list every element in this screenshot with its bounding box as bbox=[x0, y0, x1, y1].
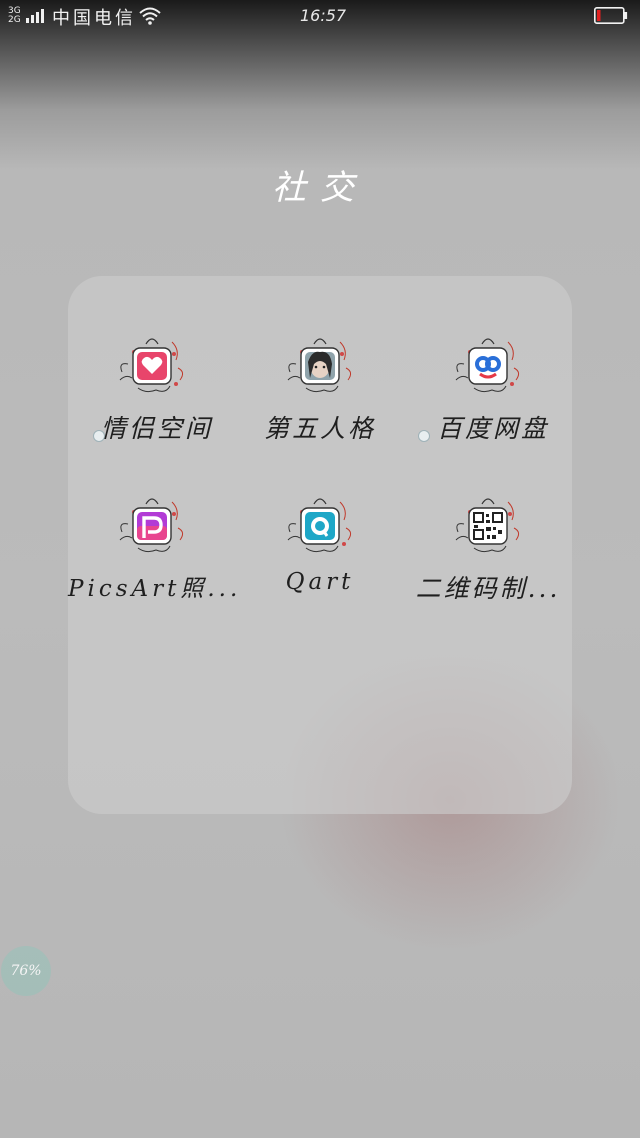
app-label: 百度网盘 bbox=[436, 414, 549, 443]
app-qart[interactable]: Qart bbox=[236, 494, 404, 634]
picsart-icon bbox=[119, 498, 184, 553]
battery-icon bbox=[594, 7, 628, 24]
network-type: 3G 2G bbox=[8, 7, 24, 25]
folder-panel: 情侣空间 第五人格 百度网盘 PicsArt照... Qart 二维码制... bbox=[68, 276, 572, 814]
app-couple-space[interactable]: 情侣空间 bbox=[68, 334, 236, 474]
app-label: 情侣空间 bbox=[100, 414, 213, 443]
wifi-icon bbox=[139, 7, 161, 25]
identity-v-icon bbox=[287, 338, 352, 393]
app-picsart[interactable]: PicsArt照... bbox=[68, 494, 242, 634]
signal-strength-icon bbox=[26, 9, 44, 23]
app-label: 二维码制... bbox=[415, 574, 561, 603]
status-clock: 16:57 bbox=[300, 6, 347, 25]
app-label: 第五人格 bbox=[263, 414, 376, 443]
network-type-bottom: 2G bbox=[8, 15, 21, 25]
status-bar: 3G 2G 中国电信 16:57 bbox=[0, 0, 640, 34]
carrier-name: 中国电信 bbox=[52, 8, 136, 29]
qr-code-icon bbox=[455, 498, 520, 553]
app-qr-maker[interactable]: 二维码制... bbox=[404, 494, 572, 634]
app-baidu-netdisk[interactable]: 百度网盘 bbox=[404, 334, 572, 474]
folder-title[interactable]: 社交 bbox=[0, 160, 640, 209]
app-label: PicsArt照... bbox=[68, 576, 242, 602]
qart-icon bbox=[287, 498, 352, 553]
memory-cleaner-bubble[interactable]: 76% bbox=[1, 946, 51, 996]
app-identity-v[interactable]: 第五人格 bbox=[236, 334, 404, 474]
couple-space-icon bbox=[119, 338, 184, 393]
baidu-netdisk-icon bbox=[455, 338, 520, 393]
app-label: Qart bbox=[285, 569, 355, 595]
home-screen: 3G 2G 中国电信 16:57 社交 情侣空间 第五人格 百度网盘 PicsA… bbox=[0, 0, 640, 1138]
